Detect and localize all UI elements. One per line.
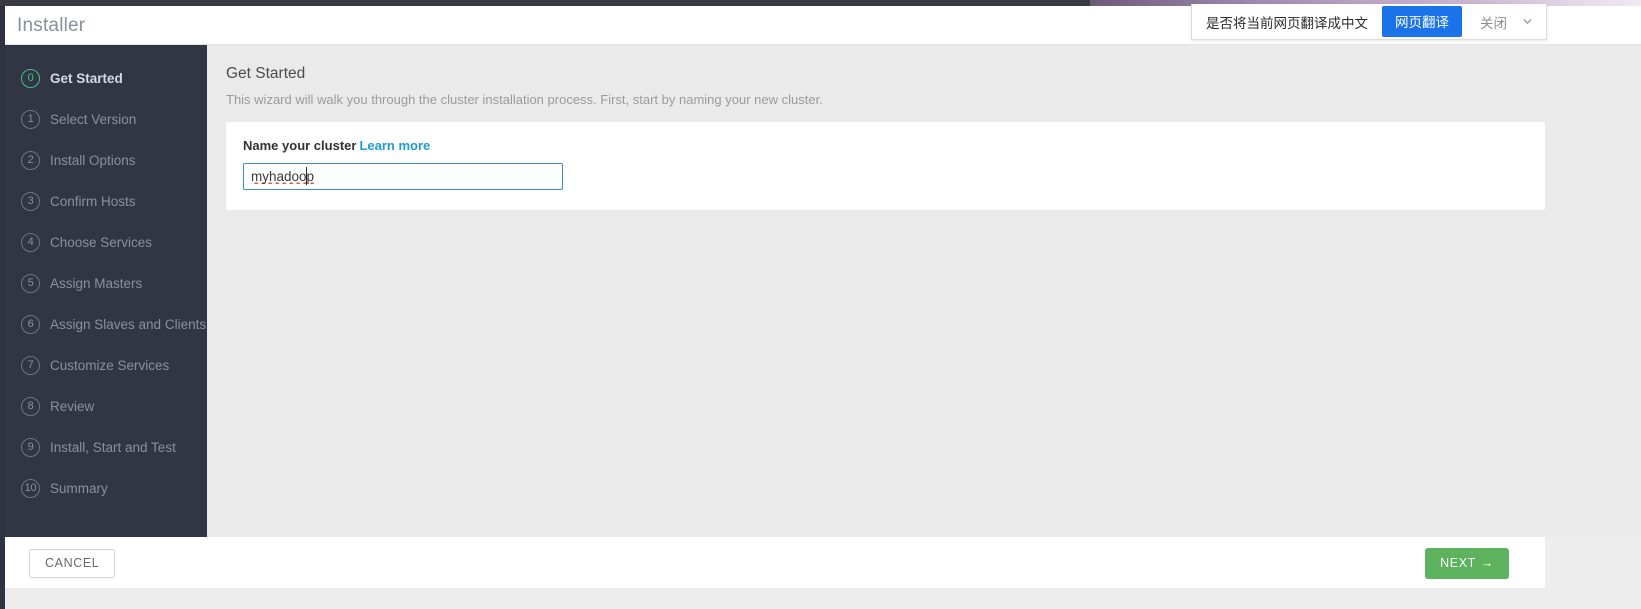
- cluster-name-input[interactable]: [243, 163, 563, 190]
- sidebar-item-label: Customize Services: [50, 358, 170, 373]
- step-number-badge: 7: [21, 356, 40, 375]
- footer-right-gutter: [1545, 537, 1641, 588]
- translate-page-button[interactable]: 网页翻译: [1382, 6, 1462, 37]
- next-button-label: NEXT: [1440, 556, 1476, 570]
- chevron-down-icon[interactable]: [1520, 15, 1534, 29]
- step-number-badge: 3: [21, 192, 40, 211]
- step-number-badge: 4: [21, 233, 40, 252]
- step-number-badge: 9: [21, 438, 40, 457]
- sidebar-item-label: Summary: [50, 481, 108, 496]
- sidebar-item-review[interactable]: 8 Review: [5, 386, 207, 427]
- sidebar-item-install-options[interactable]: 2 Install Options: [5, 140, 207, 181]
- step-number-badge: 10: [21, 479, 40, 498]
- next-button[interactable]: NEXT →: [1425, 548, 1509, 579]
- sidebar-item-choose-services[interactable]: 4 Choose Services: [5, 222, 207, 263]
- app-title: Installer: [17, 15, 86, 36]
- bottom-gutter: [5, 588, 1641, 609]
- sidebar-item-label: Install Options: [50, 153, 136, 168]
- sidebar-item-label: Assign Slaves and Clients: [50, 317, 207, 332]
- step-number-badge: 5: [21, 274, 40, 293]
- text-caret: [306, 167, 307, 185]
- cancel-button[interactable]: CANCEL: [29, 549, 116, 578]
- sidebar-item-label: Install, Start and Test: [50, 440, 176, 455]
- main-content: Get Started This wizard will walk you th…: [207, 45, 1641, 537]
- sidebar-item-assign-slaves-and-clients[interactable]: 6 Assign Slaves and Clients: [5, 304, 207, 345]
- sidebar-item-select-version[interactable]: 1 Select Version: [5, 99, 207, 140]
- step-number-badge: 1: [21, 110, 40, 129]
- learn-more-link[interactable]: Learn more: [359, 138, 430, 153]
- step-number-badge: 2: [21, 151, 40, 170]
- cluster-name-label: Name your cluster: [243, 138, 357, 153]
- step-number-badge: 6: [21, 315, 40, 334]
- translate-close-button[interactable]: 关闭: [1480, 12, 1507, 32]
- step-number-badge: 0: [21, 69, 40, 88]
- sidebar-item-summary[interactable]: 10 Summary: [5, 468, 207, 509]
- page-title: Get Started: [226, 65, 306, 82]
- cluster-name-input-wrap: [243, 163, 563, 190]
- sidebar-item-label: Select Version: [50, 112, 137, 127]
- arrow-right-icon: →: [1480, 556, 1494, 570]
- step-number-badge: 8: [21, 397, 40, 416]
- sidebar-item-customize-services[interactable]: 7 Customize Services: [5, 345, 207, 386]
- installer-page: Installer 是否将当前网页翻译成中文 网页翻译 关闭 0 Get Star…: [0, 0, 1641, 609]
- sidebar-item-confirm-hosts[interactable]: 3 Confirm Hosts: [5, 181, 207, 222]
- left-edge-strip: [0, 6, 5, 609]
- page-description: This wizard will walk you through the cl…: [226, 92, 823, 107]
- wizard-footer: CANCEL NEXT →: [5, 537, 1545, 588]
- sidebar-item-label: Get Started: [50, 71, 123, 86]
- translate-prompt-bar: 是否将当前网页翻译成中文 网页翻译 关闭: [1191, 4, 1547, 40]
- wizard-sidebar: 0 Get Started 1 Select Version 2 Install Opti…: [5, 45, 207, 537]
- sidebar-item-label: Review: [50, 399, 95, 414]
- sidebar-item-assign-masters[interactable]: 5 Assign Masters: [5, 263, 207, 304]
- field-label-row: Name your cluster Learn more: [243, 138, 1527, 153]
- sidebar-item-label: Choose Services: [50, 235, 153, 250]
- sidebar-item-get-started[interactable]: 0 Get Started: [5, 58, 207, 99]
- sidebar-item-install-start-and-test[interactable]: 9 Install, Start and Test: [5, 427, 207, 468]
- sidebar-item-label: Assign Masters: [50, 276, 143, 291]
- name-cluster-card: Name your cluster Learn more: [226, 122, 1545, 210]
- sidebar-item-label: Confirm Hosts: [50, 194, 136, 209]
- translate-prompt-text: 是否将当前网页翻译成中文: [1206, 15, 1368, 31]
